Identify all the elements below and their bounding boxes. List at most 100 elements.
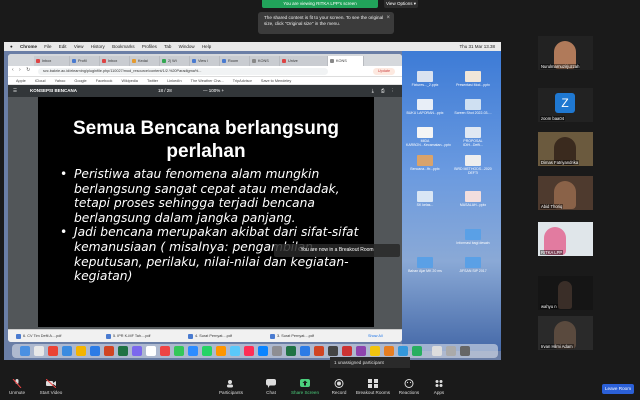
menu-item[interactable]: History bbox=[91, 44, 105, 49]
whatsapp-icon[interactable] bbox=[202, 346, 212, 356]
menu-item[interactable]: Chrome bbox=[20, 44, 37, 49]
music-icon[interactable] bbox=[244, 346, 254, 356]
bookmark-item[interactable]: Yahoo bbox=[55, 79, 66, 83]
start-video-button[interactable]: Start Video bbox=[28, 379, 74, 395]
desktop-file[interactable]: Screen Shot 2022-03-... bbox=[454, 99, 492, 121]
app-icon[interactable] bbox=[412, 346, 422, 356]
participant-tile[interactable]: Dimas Fatriyandrika bbox=[538, 132, 593, 166]
app-icon[interactable] bbox=[160, 346, 170, 356]
nav-buttons[interactable]: ‹ › ↻ bbox=[12, 67, 32, 73]
menu-item[interactable]: Tab bbox=[164, 44, 171, 49]
app-icon[interactable] bbox=[132, 346, 142, 356]
menu-item[interactable]: Window bbox=[179, 44, 195, 49]
folder-icon[interactable] bbox=[432, 346, 442, 356]
chrome-icon[interactable] bbox=[48, 346, 58, 356]
powerpoint-icon[interactable] bbox=[104, 346, 114, 356]
participant-tile[interactable]: RITKA LPP bbox=[538, 222, 593, 256]
participant-tile[interactable]: Nurulmarnuzirjuzzah bbox=[538, 36, 593, 70]
desktop-file[interactable]: MASALAH...pptx bbox=[454, 191, 492, 213]
zoom-icon[interactable] bbox=[188, 346, 198, 356]
menu-item[interactable]: Edit bbox=[59, 44, 67, 49]
word-icon[interactable] bbox=[90, 346, 100, 356]
participant-tile[interactable]: Irvan Hilmi Adam bbox=[538, 316, 593, 350]
app-icon[interactable] bbox=[230, 346, 240, 356]
folder-icon[interactable] bbox=[446, 346, 456, 356]
desktop-file[interactable]: Fixtures..._2.pptx bbox=[406, 71, 444, 93]
participant-tile[interactable]: Abid Thoriq bbox=[538, 176, 593, 210]
bookmark-item[interactable]: Wikipedia bbox=[121, 79, 137, 83]
show-all-link[interactable]: Show All bbox=[368, 330, 383, 342]
bookmark-item[interactable]: LinkedIn bbox=[167, 79, 181, 83]
desktop-file[interactable]: JIFSAN SIP 2017 bbox=[454, 257, 492, 279]
page-indicator[interactable]: 18 / 28 bbox=[158, 85, 172, 97]
powerpoint-icon[interactable] bbox=[314, 346, 324, 356]
participant-tile[interactable]: Z zoom baa04 bbox=[538, 88, 593, 122]
leave-room-button[interactable]: Leave Room bbox=[602, 384, 634, 394]
desktop-file[interactable]: Bencana...ftr...pptx bbox=[406, 155, 444, 177]
desktop-file[interactable]: BUKU LAPORAN...pptx bbox=[406, 99, 444, 121]
bookmark-item[interactable]: The Weather Cha... bbox=[191, 79, 224, 83]
desktop-file[interactable]: Bahan Ajar MK 20 ms bbox=[406, 257, 444, 279]
browser-tab-active[interactable]: KONS bbox=[328, 56, 364, 66]
desktop-file[interactable]: BIRD METHODS...2020 DEFTI bbox=[454, 155, 492, 177]
desktop-file[interactable]: SK kelas... bbox=[406, 191, 444, 213]
url-field[interactable]: svc.bakrie.ac.id/elearning/pluginfile.ph… bbox=[38, 68, 328, 75]
browser-tab[interactable]: Kedai bbox=[130, 56, 160, 66]
bookmark-item[interactable]: Apple bbox=[16, 79, 26, 83]
zoom-level[interactable]: — 100% + bbox=[203, 85, 224, 97]
launchpad-icon[interactable] bbox=[34, 346, 44, 356]
browser-tab[interactable]: Inbox bbox=[34, 56, 70, 66]
desktop-file[interactable]: Informasi bagi desain bbox=[454, 229, 492, 251]
app-icon[interactable] bbox=[398, 346, 408, 356]
browser-tab[interactable]: Profil bbox=[70, 56, 100, 66]
terminal-icon[interactable] bbox=[328, 346, 338, 356]
app-icon[interactable] bbox=[370, 346, 380, 356]
safari-icon[interactable] bbox=[62, 346, 72, 356]
menu-item[interactable]: File bbox=[44, 44, 51, 49]
download-item[interactable]: 6. CV Tim Defti A....pdf bbox=[14, 332, 61, 341]
excel-icon[interactable] bbox=[118, 346, 128, 356]
app-icon[interactable] bbox=[216, 346, 226, 356]
bookmark-item[interactable]: Save to Mendeley bbox=[261, 79, 291, 83]
menu-item[interactable]: View bbox=[74, 44, 84, 49]
view-options-button[interactable]: View Options ▾ bbox=[384, 0, 418, 8]
pdf-tools[interactable]: ⤓ ⎙ ⋮ bbox=[372, 85, 396, 97]
browser-tab[interactable]: KONS bbox=[250, 56, 280, 66]
browser-tab[interactable]: Unive bbox=[280, 56, 328, 66]
menu-item[interactable]: Profiles bbox=[142, 44, 157, 49]
desktop-file[interactable]: Presentasi Mod...pptx bbox=[454, 71, 492, 93]
bookmark-item[interactable]: Twitter bbox=[147, 79, 158, 83]
facetime-icon[interactable] bbox=[174, 346, 184, 356]
close-icon[interactable]: × bbox=[386, 15, 390, 21]
app-icon[interactable] bbox=[356, 346, 366, 356]
download-item[interactable]: 5. IPR K-MF Tah....pdf bbox=[104, 332, 151, 341]
app-icon[interactable] bbox=[342, 346, 352, 356]
notes-icon[interactable] bbox=[76, 346, 86, 356]
download-item[interactable]: 3. Surat Pernyat....pdf bbox=[268, 332, 314, 341]
browser-tab[interactable]: View i bbox=[190, 56, 220, 66]
calendar-icon[interactable] bbox=[146, 346, 156, 356]
bookmark-item[interactable]: Google bbox=[74, 79, 86, 83]
word-icon[interactable] bbox=[300, 346, 310, 356]
desktop-file[interactable]: PROPOSAL IDIH...Defti... bbox=[454, 127, 492, 149]
appstore-icon[interactable] bbox=[258, 346, 268, 356]
apps-button[interactable]: Apps bbox=[416, 379, 462, 395]
update-button[interactable]: Update bbox=[373, 68, 395, 75]
browser-tab[interactable]: Room bbox=[220, 56, 250, 66]
finder-icon[interactable] bbox=[20, 346, 30, 356]
bookmark-item[interactable]: Facebook bbox=[96, 79, 113, 83]
trash-icon[interactable] bbox=[460, 346, 470, 356]
menu-item[interactable]: Bookmarks bbox=[112, 44, 135, 49]
menu-item[interactable]: Help bbox=[202, 44, 211, 49]
settings-icon[interactable] bbox=[272, 346, 282, 356]
browser-tab[interactable]: Inbox bbox=[100, 56, 130, 66]
download-item[interactable]: 4. Surat Pernyat....pdf bbox=[186, 332, 232, 341]
desktop-file[interactable]: MIDA KARBON...Kecamatan...pptx bbox=[406, 127, 451, 149]
app-icon[interactable] bbox=[384, 346, 394, 356]
menu-icon[interactable]: ☰ bbox=[13, 85, 17, 97]
browser-tab[interactable]: 2| Wi bbox=[160, 56, 190, 66]
bookmark-item[interactable]: TripAdvisor bbox=[233, 79, 252, 83]
bookmark-item[interactable]: iCloud bbox=[35, 79, 46, 83]
excel-icon[interactable] bbox=[286, 346, 296, 356]
participant-tile[interactable]: wahyu n bbox=[538, 276, 593, 310]
